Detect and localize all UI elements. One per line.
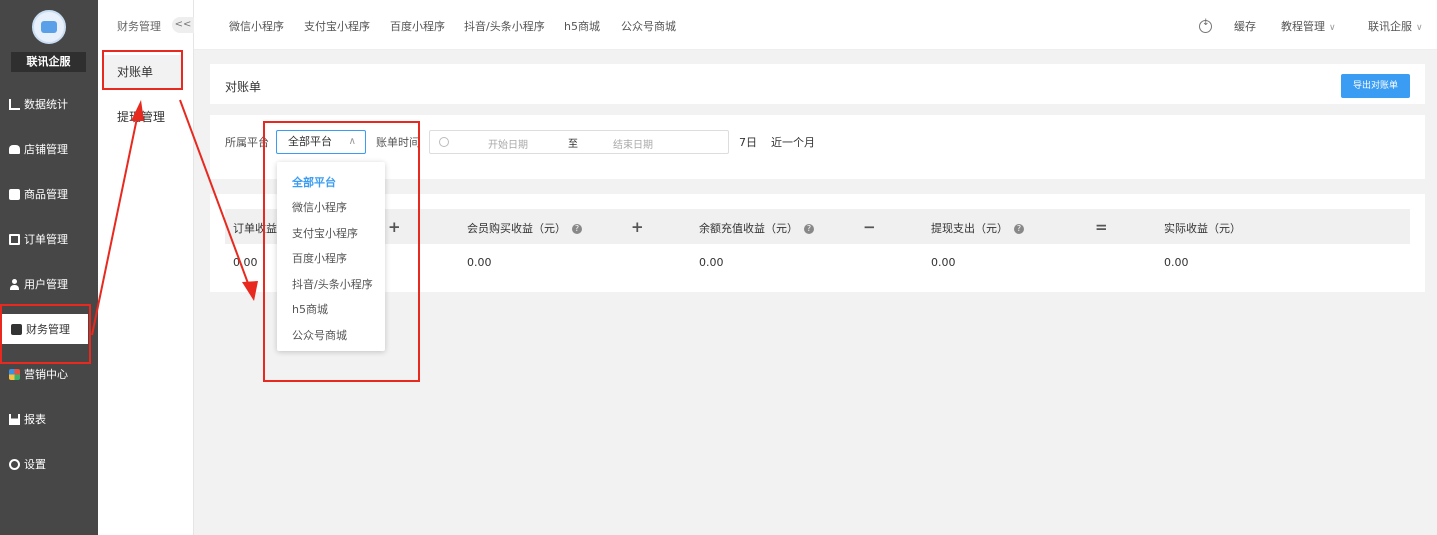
title-panel: 对账单 导出对账单 xyxy=(210,64,1425,104)
platform-select-value: 全部平台 xyxy=(288,135,332,148)
stat-value-actual: 0.00 xyxy=(1164,256,1189,269)
sidebar-item-label: 订单管理 xyxy=(24,233,68,246)
topbar: 微信小程序 支付宝小程序 百度小程序 抖音/头条小程序 h5商城 公众号商城 缓… xyxy=(194,0,1437,50)
sidebar-item-label: 店铺管理 xyxy=(24,143,68,156)
dropdown-option-baidu[interactable]: 百度小程序 xyxy=(292,250,347,266)
stat-header-member-label: 会员购买收益（元） xyxy=(467,222,566,235)
settings-icon xyxy=(9,458,20,470)
chevron-down-icon: ∨ xyxy=(1416,23,1423,33)
plus-operator: + xyxy=(631,218,644,236)
start-date-input[interactable]: 开始日期 xyxy=(488,136,528,151)
tutorial-label: 教程管理 xyxy=(1281,20,1325,33)
tab-alipay[interactable]: 支付宝小程序 xyxy=(304,18,370,34)
minus-operator: − xyxy=(863,218,876,236)
dropdown-option-h5[interactable]: h5商城 xyxy=(292,301,328,317)
sidebar-item-settings[interactable]: 设置 xyxy=(0,449,98,479)
tab-wechat[interactable]: 微信小程序 xyxy=(229,18,284,34)
stat-header-member: 会员购买收益（元）? xyxy=(467,220,582,236)
goods-icon xyxy=(9,188,20,200)
stat-value-member: 0.00 xyxy=(467,256,492,269)
shop-icon xyxy=(9,144,20,154)
sidebar-item-marketing[interactable]: 营销中心 xyxy=(0,359,98,389)
platform-select[interactable]: 全部平台 ∧ xyxy=(276,130,366,154)
stat-value-order: 0.00 xyxy=(233,256,258,269)
stats-header: 订单收益 + 会员购买收益（元）? + 余额充值收益（元）? − 提现支出（元）… xyxy=(225,209,1410,244)
stats-panel: 订单收益 + 会员购买收益（元）? + 余额充值收益（元）? − 提现支出（元）… xyxy=(210,194,1425,292)
dropdown-option-wechat[interactable]: 微信小程序 xyxy=(292,199,347,215)
quick-7-days[interactable]: 7日 xyxy=(739,134,757,150)
sidebar-item-label: 报表 xyxy=(24,413,46,426)
dropdown-option-alipay[interactable]: 支付宝小程序 xyxy=(292,225,358,241)
equals-operator: = xyxy=(1095,218,1108,236)
stat-header-order: 订单收益 xyxy=(233,222,277,235)
sidebar-item-shop[interactable]: 店铺管理 xyxy=(0,134,98,164)
help-icon[interactable]: ? xyxy=(804,224,814,234)
brand-name: 联讯企服 xyxy=(11,52,86,72)
cache-link[interactable]: 缓存 xyxy=(1234,18,1256,34)
plus-operator: + xyxy=(388,218,401,236)
logo xyxy=(32,10,66,44)
date-separator: 至 xyxy=(568,139,578,150)
stat-value-recharge: 0.00 xyxy=(699,256,724,269)
collapse-button[interactable]: << xyxy=(172,17,194,33)
download-icon[interactable] xyxy=(1199,18,1212,33)
sidebar-item-finance[interactable]: 财务管理 xyxy=(2,314,88,344)
order-icon xyxy=(9,233,20,245)
platform-dropdown: 全部平台 微信小程序 支付宝小程序 百度小程序 抖音/头条小程序 h5商城 公众… xyxy=(277,162,385,351)
sidebar-item-orders[interactable]: 订单管理 xyxy=(0,224,98,254)
export-button[interactable]: 导出对账单 xyxy=(1341,74,1410,98)
stat-value-withdraw: 0.00 xyxy=(931,256,956,269)
report-icon xyxy=(9,413,20,425)
quick-month[interactable]: 近一个月 xyxy=(771,134,815,150)
finance-icon xyxy=(11,323,22,335)
date-range-picker[interactable]: 开始日期 至 结束日期 xyxy=(429,130,729,154)
tab-h5[interactable]: h5商城 xyxy=(564,18,600,34)
stat-header-actual: 实际收益（元） xyxy=(1164,222,1241,235)
tab-douyin[interactable]: 抖音/头条小程序 xyxy=(464,18,545,34)
account-menu[interactable]: 联讯企服 ∨ xyxy=(1368,18,1423,34)
end-date-input[interactable]: 结束日期 xyxy=(613,136,653,151)
sidebar-item-label: 数据统计 xyxy=(24,98,68,111)
tutorial-menu[interactable]: 教程管理 ∨ xyxy=(1281,18,1336,34)
sidebar-item-label: 设置 xyxy=(24,458,46,471)
account-label: 联讯企服 xyxy=(1368,20,1412,33)
sidebar-item-label: 用户管理 xyxy=(24,278,68,291)
help-icon[interactable]: ? xyxy=(1014,224,1024,234)
stat-header-recharge: 余额充值收益（元）? xyxy=(699,220,814,236)
dropdown-option-douyin[interactable]: 抖音/头条小程序 xyxy=(292,276,373,292)
stat-header-withdraw: 提现支出（元）? xyxy=(931,220,1024,236)
time-label: 账单时间 xyxy=(376,136,420,149)
submenu-title: 财务管理 xyxy=(117,20,161,33)
stat-header-withdraw-label: 提现支出（元） xyxy=(931,222,1008,235)
filter-panel: 所属平台 全部平台 ∧ 账单时间 开始日期 至 结束日期 7日 近一个月 xyxy=(210,115,1425,179)
submenu-item-statement[interactable]: 对账单 xyxy=(103,55,181,89)
sidebar-item-label: 财务管理 xyxy=(26,323,70,336)
sidebar-item-report[interactable]: 报表 xyxy=(0,404,98,434)
sidebar-item-label: 营销中心 xyxy=(24,368,68,381)
chart-icon xyxy=(9,98,20,110)
sidebar-item-statistics[interactable]: 数据统计 xyxy=(0,89,98,119)
tab-baidu[interactable]: 百度小程序 xyxy=(390,18,445,34)
help-icon[interactable]: ? xyxy=(572,224,582,234)
sidebar-item-label: 商品管理 xyxy=(24,188,68,201)
sidebar-item-goods[interactable]: 商品管理 xyxy=(0,179,98,209)
sidebar: 联讯企服 数据统计 店铺管理 商品管理 订单管理 用户管理 财务管理 营销中心 … xyxy=(0,0,98,535)
tab-official-account[interactable]: 公众号商城 xyxy=(621,18,676,34)
sidebar-item-users[interactable]: 用户管理 xyxy=(0,269,98,299)
dropdown-option-all[interactable]: 全部平台 xyxy=(292,174,336,190)
chevron-down-icon: ∨ xyxy=(1329,23,1336,33)
page-title: 对账单 xyxy=(225,80,262,94)
user-icon xyxy=(9,278,20,290)
platform-label: 所属平台 xyxy=(225,136,269,149)
stat-header-recharge-label: 余额充值收益（元） xyxy=(699,222,798,235)
dropdown-option-official-account[interactable]: 公众号商城 xyxy=(292,327,347,343)
chevron-up-icon: ∧ xyxy=(348,136,356,147)
clock-icon xyxy=(439,137,449,147)
submenu-item-withdraw[interactable]: 提现管理 xyxy=(103,100,181,134)
submenu: 财务管理 << 对账单 提现管理 xyxy=(98,0,194,535)
marketing-icon xyxy=(9,368,20,380)
